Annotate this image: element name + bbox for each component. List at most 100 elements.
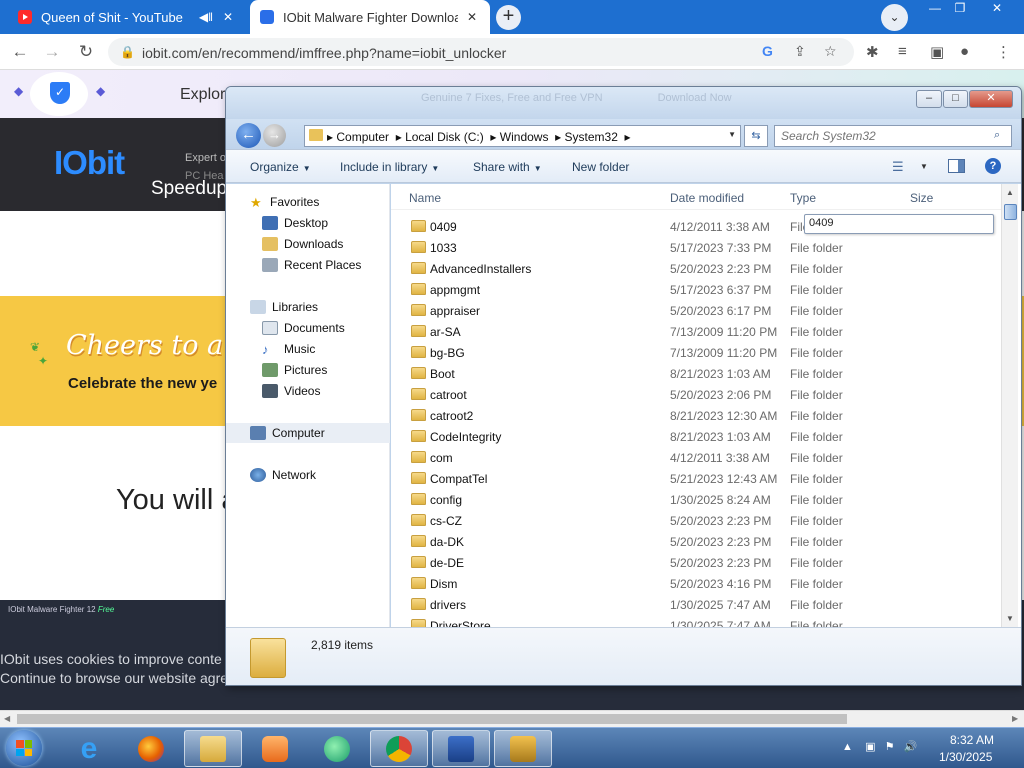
file-row[interactable]: Boot 8/21/2023 1:03 AM File folder (391, 363, 1001, 384)
scroll-down-icon[interactable]: ▼ (1006, 614, 1014, 623)
rename-field[interactable]: 0409 (804, 214, 994, 234)
forward-icon[interactable]: → (263, 124, 286, 147)
help-icon[interactable]: ? (985, 158, 1001, 174)
share-icon[interactable]: ⇪ (794, 43, 806, 60)
file-row[interactable]: catroot 5/20/2023 2:06 PM File folder (391, 384, 1001, 405)
lock-icon[interactable]: 🔒 (120, 45, 135, 59)
column-date-modified[interactable]: Date modified (670, 191, 744, 205)
forward-button[interactable]: → (40, 40, 64, 64)
start-button[interactable] (6, 730, 42, 766)
nav-favorites[interactable]: ★ Favorites (250, 192, 414, 212)
bookmark-star-icon[interactable]: ☆ (824, 43, 837, 60)
menu-icon[interactable]: ⋮ (996, 43, 1011, 61)
file-row[interactable]: drivers 1/30/2025 7:47 AM File folder (391, 594, 1001, 615)
taskbar-explorer[interactable] (184, 730, 242, 767)
address-dropdown-icon[interactable]: ▼ (728, 130, 736, 139)
media-controls-icon[interactable]: ≡ (898, 43, 907, 60)
breadcrumb-system32[interactable]: System32 (565, 130, 618, 144)
reload-button[interactable]: ↻ (74, 40, 98, 64)
tab-search-button[interactable]: ⌄ (881, 4, 908, 31)
nav-network[interactable]: Network (250, 465, 414, 485)
view-options-icon[interactable]: ☰ (892, 159, 904, 175)
explorer-titlebar[interactable]: Genuine 7 Fixes, Free and Free VPN Downl… (226, 87, 1021, 119)
nav-computer[interactable]: Computer (226, 423, 390, 443)
taskbar-installer[interactable] (432, 730, 490, 767)
close-window-button[interactable]: ✕ (982, 0, 1012, 18)
breadcrumb[interactable]: ▸ Computer ▸ Local Disk (C:) ▸ Windows ▸… (327, 130, 631, 144)
file-row[interactable]: AdvancedInstallers 5/20/2023 2:23 PM File … (391, 258, 1001, 279)
taskbar-chrome[interactable] (370, 730, 428, 767)
explorer-close-button[interactable]: ✕ (969, 90, 1013, 108)
close-tab-icon[interactable]: ✕ (220, 10, 236, 24)
url-text[interactable]: iobit.com/en/recommend/imffree.php?name=… (142, 45, 506, 61)
tab-youtube[interactable]: Queen of Shit - YouTube ◀‖ ✕ (8, 0, 246, 34)
column-type[interactable]: Type (790, 191, 816, 205)
taskbar-media-player[interactable] (246, 730, 304, 767)
taskbar-firefox[interactable] (122, 730, 180, 767)
nav-libraries[interactable]: Libraries (250, 297, 414, 317)
close-tab-icon[interactable]: ✕ (464, 10, 480, 24)
explorer-minimize-button[interactable]: – (916, 90, 942, 108)
address-bar[interactable]: 🔒 iobit.com/en/recommend/imffree.php?nam… (108, 38, 854, 66)
file-name: ar-SA (430, 325, 461, 339)
file-row[interactable]: Dism 5/20/2023 4:16 PM File folder (391, 573, 1001, 594)
taskbar-app-green[interactable] (308, 730, 366, 767)
folder-icon (411, 283, 426, 295)
explorer-address-bar[interactable]: ▸ Computer ▸ Local Disk (C:) ▸ Windows ▸… (304, 125, 741, 147)
scrollbar-thumb[interactable] (1004, 204, 1017, 220)
mute-icon[interactable]: ◀‖ (198, 10, 214, 24)
file-row[interactable]: CompatTel 5/21/2023 12:43 AM File folder (391, 468, 1001, 489)
new-folder-button[interactable]: New folder (572, 160, 629, 174)
file-row[interactable]: config 1/30/2025 8:24 AM File folder (391, 489, 1001, 510)
file-row[interactable]: CodeIntegrity 8/21/2023 1:03 AM File folde… (391, 426, 1001, 447)
file-row[interactable]: ar-SA 7/13/2009 11:20 PM File folder (391, 321, 1001, 342)
breadcrumb-local-disk[interactable]: Local Disk (C:) (405, 130, 484, 144)
search-input[interactable] (774, 125, 1012, 147)
system-tray[interactable]: ▲ ▣ ⚑ 🔊 (842, 740, 917, 753)
search-icon[interactable]: ⌕ (994, 129, 1000, 142)
file-row[interactable]: com 4/12/2011 3:38 AM File folder (391, 447, 1001, 468)
profile-icon[interactable]: ● (960, 43, 969, 60)
clock-time[interactable]: 8:32 AM (950, 733, 994, 747)
chevron-down-icon[interactable]: ▼ (920, 162, 928, 171)
horizontal-scrollbar[interactable]: ◀ ▶ (0, 710, 1024, 727)
refresh-icon[interactable]: ⇆ (744, 125, 768, 147)
file-row[interactable]: DriverStore 1/30/2025 7:47 AM File folder (391, 615, 1001, 627)
restore-button[interactable]: ❐ (945, 0, 975, 18)
preview-pane-icon[interactable] (948, 159, 965, 173)
scroll-left-icon[interactable]: ◀ (4, 714, 10, 723)
new-tab-button[interactable]: + (496, 5, 521, 30)
share-with-button[interactable]: Share with ▼ (473, 160, 542, 174)
google-translate-icon[interactable]: G (762, 43, 773, 59)
file-row[interactable]: appmgmt 5/17/2023 6:37 PM File folder (391, 279, 1001, 300)
include-in-library-button[interactable]: Include in library ▼ (340, 160, 439, 174)
column-size[interactable]: Size (910, 191, 933, 205)
file-row[interactable]: appraiser 5/20/2023 6:17 PM File folder (391, 300, 1001, 321)
file-row[interactable]: catroot2 8/21/2023 12:30 AM File folder (391, 405, 1001, 426)
scroll-up-icon[interactable]: ▲ (1006, 188, 1014, 197)
file-row[interactable]: da-DK 5/20/2023 2:23 PM File folder (391, 531, 1001, 552)
tab-iobit[interactable]: IObit Malware Fighter Downloa ✕ (250, 0, 490, 34)
breadcrumb-computer[interactable]: Computer (336, 130, 389, 144)
scrollbar-thumb[interactable] (17, 714, 847, 724)
extensions-icon[interactable]: ✱ (866, 43, 879, 61)
iobit-logo[interactable]: IObit (54, 144, 125, 182)
back-button[interactable]: ← (8, 40, 32, 64)
explorer-maximize-button[interactable]: □ (943, 90, 968, 108)
column-name[interactable]: Name (409, 191, 441, 205)
breadcrumb-windows[interactable]: Windows (500, 130, 549, 144)
taskbar-internet-explorer[interactable]: e (60, 730, 118, 767)
scroll-right-icon[interactable]: ▶ (1012, 714, 1018, 723)
file-row[interactable]: 1033 5/17/2023 7:33 PM File folder (391, 237, 1001, 258)
file-type: File folder (790, 493, 843, 507)
organize-button[interactable]: Organize ▼ (250, 160, 311, 174)
nav-explore-link[interactable]: Explor (180, 86, 225, 104)
back-icon[interactable]: ← (236, 123, 261, 148)
taskbar-unlocker[interactable] (494, 730, 552, 767)
clock-date[interactable]: 1/30/2025 (939, 750, 992, 764)
file-row[interactable]: bg-BG 7/13/2009 11:20 PM File folder (391, 342, 1001, 363)
side-panel-icon[interactable]: ▣ (930, 43, 944, 61)
file-row[interactable]: de-DE 5/20/2023 2:23 PM File folder (391, 552, 1001, 573)
file-row[interactable]: cs-CZ 5/20/2023 2:23 PM File folder (391, 510, 1001, 531)
vertical-scrollbar[interactable]: ▲ ▼ (1001, 184, 1018, 627)
